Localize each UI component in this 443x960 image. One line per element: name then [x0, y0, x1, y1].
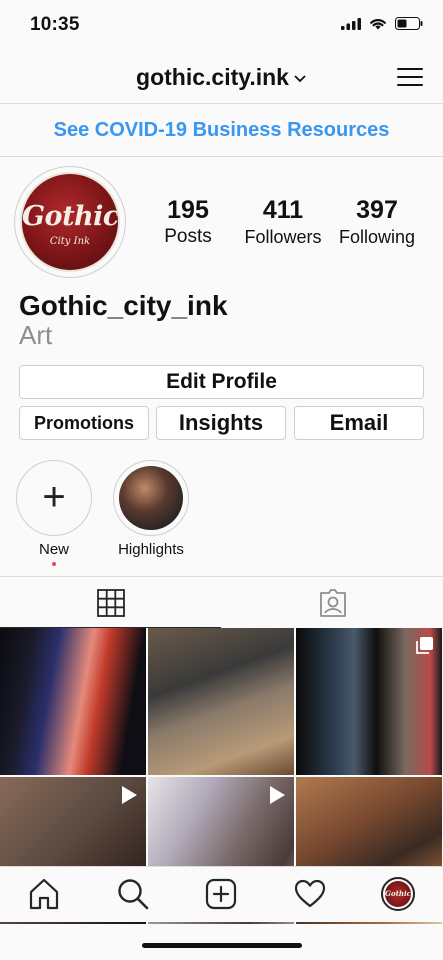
video-play-icon: [122, 786, 137, 804]
highlight-new-label: New: [38, 541, 69, 558]
avatar-logo: Gothic City Ink: [20, 172, 120, 272]
profile-avatar[interactable]: Gothic City Ink: [14, 166, 126, 278]
nav-activity[interactable]: [293, 877, 327, 911]
header-username: gothic.city.ink: [136, 64, 289, 90]
post-tile[interactable]: [148, 628, 294, 775]
profile-avatar-small-logo: Gothic: [385, 881, 411, 907]
highlight-circle: [113, 460, 189, 536]
profile-tabs: [0, 576, 443, 628]
highlight-photo: [119, 466, 183, 530]
followers-label: Followers: [244, 227, 322, 247]
nav-search[interactable]: [116, 877, 150, 911]
nav-home[interactable]: [27, 877, 61, 911]
profile-avatar-small-text: Gothic: [385, 889, 411, 898]
search-icon: [118, 879, 149, 910]
followers-count: 411: [262, 196, 304, 224]
status-icons: [341, 17, 423, 30]
display-name: Gothic_city_ink: [19, 290, 228, 321]
tab-posts-grid[interactable]: [0, 577, 221, 628]
posts-count: 195: [167, 196, 209, 224]
highlight-item[interactable]: Highlights: [112, 460, 190, 558]
insights-button[interactable]: Insights: [156, 406, 286, 440]
home-indicator[interactable]: [142, 943, 302, 948]
email-button[interactable]: Email: [294, 406, 424, 440]
business-category: Art: [19, 320, 53, 350]
account-switcher[interactable]: gothic.city.ink: [0, 64, 443, 91]
battery-icon: [395, 17, 423, 30]
status-bar: 10:35: [0, 0, 443, 52]
promotions-button[interactable]: Promotions: [19, 406, 149, 440]
avatar-logo-text: Gothic: [22, 201, 119, 232]
video-play-icon: [270, 786, 285, 804]
following-label: Following: [338, 227, 416, 247]
heart-icon: [294, 879, 326, 908]
notification-dot: [52, 562, 56, 566]
home-icon: [29, 878, 59, 910]
avatar-logo-subtext: City Ink: [49, 236, 91, 247]
nav-new-post[interactable]: [204, 877, 238, 911]
wifi-icon: [370, 19, 386, 30]
covid-resources-link[interactable]: See COVID-19 Business Resources: [0, 105, 443, 157]
new-post-icon: [205, 878, 237, 910]
tab-tagged[interactable]: [222, 577, 443, 628]
bottom-nav: Gothic: [0, 866, 443, 922]
post-tile[interactable]: [0, 628, 146, 775]
following-count: 397: [356, 196, 398, 224]
edit-profile-button[interactable]: Edit Profile: [19, 365, 424, 399]
posts-label: Posts: [164, 226, 212, 247]
profile-avatar-small: Gothic: [381, 877, 415, 911]
followers-stat[interactable]: 411 Followers: [236, 196, 330, 250]
post-tile[interactable]: [296, 628, 442, 775]
grid-icon: [96, 589, 125, 617]
carousel-icon: [416, 637, 433, 654]
status-time: 10:35: [30, 14, 80, 35]
following-stat[interactable]: 397 Following: [332, 196, 422, 250]
profile-header: gothic.city.ink: [0, 52, 443, 104]
tagged-icon: [319, 589, 346, 617]
cellular-signal-icon: [341, 17, 361, 30]
highlight-new[interactable]: + New: [15, 460, 93, 566]
highlight-label: Highlights: [118, 541, 184, 558]
chevron-down-icon: [294, 75, 306, 83]
nav-profile[interactable]: Gothic: [381, 877, 415, 911]
posts-stat[interactable]: 195 Posts: [150, 196, 226, 250]
highlight-new-circle: +: [16, 460, 92, 536]
plus-icon: +: [42, 475, 66, 519]
menu-icon[interactable]: [397, 66, 423, 88]
